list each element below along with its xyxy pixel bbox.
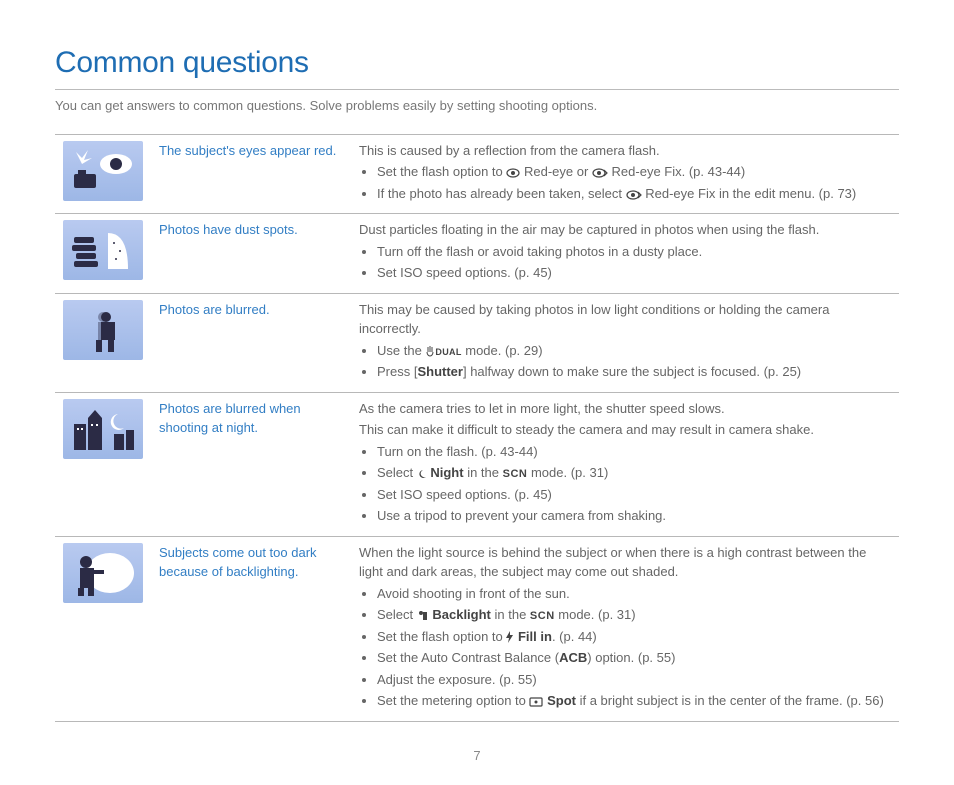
spot-label: Spot xyxy=(543,693,576,708)
night-thumbnail xyxy=(63,399,143,459)
answer-intro: This may be caused by taking photos in l… xyxy=(359,300,891,339)
answer-intro: When the light source is behind the subj… xyxy=(359,543,891,582)
acb-label: ACB xyxy=(559,650,587,665)
list-item: If the photo has already been taken, sel… xyxy=(377,184,891,204)
problem-label: Photos are blurred when shooting at nigh… xyxy=(151,392,351,536)
page-subtitle: You can get answers to common questions.… xyxy=(55,96,899,116)
list-item: Turn on the flash. (p. 43-44) xyxy=(377,442,891,462)
scn-label: SCN xyxy=(503,468,528,480)
scn-label: SCN xyxy=(530,610,555,622)
answer-cell: This is caused by a reflection from the … xyxy=(351,134,899,214)
answer-intro: This can make it difficult to steady the… xyxy=(359,420,891,440)
red-eye-fix-icon xyxy=(626,190,642,200)
qa-table: The subject's eyes appear red. This is c… xyxy=(55,134,899,722)
fillin-label: Fill in xyxy=(514,629,552,644)
problem-label: Photos have dust spots. xyxy=(151,214,351,294)
list-item: Use the DUAL mode. (p. 29) xyxy=(377,341,891,361)
problem-label: Subjects come out too dark because of ba… xyxy=(151,536,351,721)
problem-label: The subject's eyes appear red. xyxy=(151,134,351,214)
spot-meter-icon xyxy=(529,697,543,707)
backlight-label: Backlight xyxy=(429,607,491,622)
dual-label: DUAL xyxy=(435,347,461,357)
backlight-icon xyxy=(417,609,429,621)
list-item: Select Night in the SCN mode. (p. 31) xyxy=(377,463,891,483)
table-row: Photos are blurred when shooting at nigh… xyxy=(55,392,899,536)
red-eye-fix-icon xyxy=(592,168,608,178)
answer-intro: Dust particles floating in the air may b… xyxy=(359,220,891,240)
answer-intro: As the camera tries to let in more light… xyxy=(359,399,891,419)
answer-intro: This is caused by a reflection from the … xyxy=(359,141,891,161)
moon-icon xyxy=(417,469,427,479)
table-row: The subject's eyes appear red. This is c… xyxy=(55,134,899,214)
list-item: Set the Auto Contrast Balance (ACB) opti… xyxy=(377,648,891,668)
hand-icon xyxy=(425,345,435,357)
list-item: Press [Shutter] halfway down to make sur… xyxy=(377,362,891,382)
night-label: Night xyxy=(427,465,464,480)
dust-thumbnail xyxy=(63,220,143,280)
title-divider xyxy=(55,89,899,90)
red-eye-icon xyxy=(506,168,520,178)
answer-cell: This may be caused by taking photos in l… xyxy=(351,293,899,392)
list-item: Set the flash option to Red-eye or Red-e… xyxy=(377,162,891,182)
list-item: Set ISO speed options. (p. 45) xyxy=(377,485,891,505)
blur-thumbnail xyxy=(63,300,143,360)
table-row: Photos have dust spots. Dust particles f… xyxy=(55,214,899,294)
list-item: Turn off the flash or avoid taking photo… xyxy=(377,242,891,262)
page-title: Common questions xyxy=(55,40,899,85)
red-eye-thumbnail xyxy=(63,141,143,201)
list-item: Adjust the exposure. (p. 55) xyxy=(377,670,891,690)
list-item: Avoid shooting in front of the sun. xyxy=(377,584,891,604)
answer-cell: Dust particles floating in the air may b… xyxy=(351,214,899,294)
list-item: Set the metering option to Spot if a bri… xyxy=(377,691,891,711)
table-row: Subjects come out too dark because of ba… xyxy=(55,536,899,721)
table-row: Photos are blurred. This may be caused b… xyxy=(55,293,899,392)
answer-cell: When the light source is behind the subj… xyxy=(351,536,899,721)
list-item: Set the flash option to Fill in. (p. 44) xyxy=(377,627,891,647)
list-item: Set ISO speed options. (p. 45) xyxy=(377,263,891,283)
page-number: 7 xyxy=(55,746,899,766)
shutter-label: Shutter xyxy=(417,364,463,379)
list-item: Select Backlight in the SCN mode. (p. 31… xyxy=(377,605,891,625)
answer-cell: As the camera tries to let in more light… xyxy=(351,392,899,536)
problem-label: Photos are blurred. xyxy=(151,293,351,392)
list-item: Use a tripod to prevent your camera from… xyxy=(377,506,891,526)
backlight-thumbnail xyxy=(63,543,143,603)
